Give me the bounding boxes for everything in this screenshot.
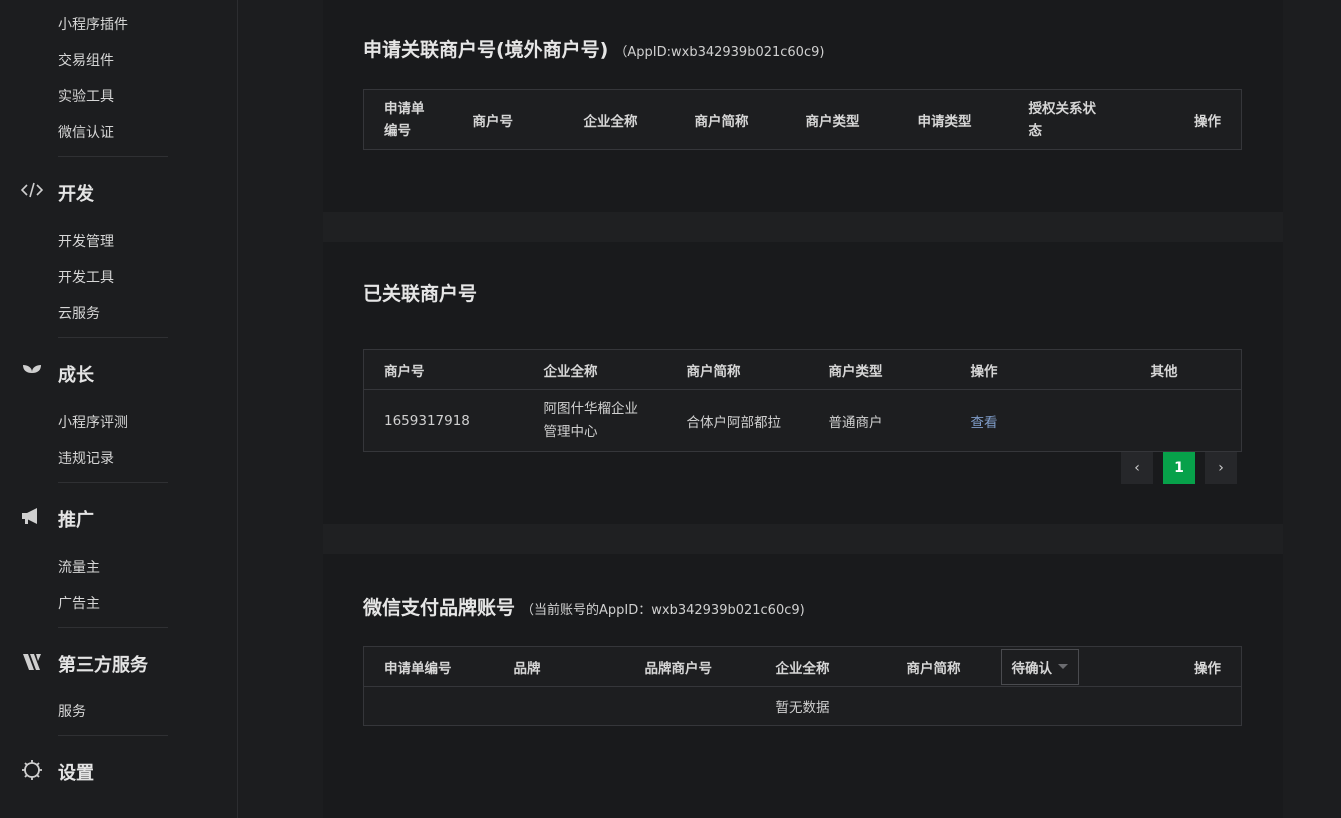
- column-header: 企业全称: [563, 89, 675, 150]
- card-separator: [323, 212, 1283, 242]
- brand-account-card: 微信支付品牌账号 （当前账号的AppID：wxb342939b021c60c9) …: [323, 554, 1283, 818]
- sidebar-item-dev-tools[interactable]: 开发工具: [58, 267, 114, 287]
- section-title: 已关联商户号: [363, 283, 478, 305]
- overseas-merchant-table: 申请单 编号 商户号 企业全称 商户简称 商户类型 申请类型 授权关系状 态 操…: [363, 89, 1242, 150]
- overseas-merchant-card: 申请关联商户号(境外商户号) （AppID:wxb342939b021c60c9)…: [323, 0, 1283, 212]
- company-name-cell: 阿图什华榴企业 管理中心: [523, 389, 667, 452]
- sidebar-item-dev-manage[interactable]: 开发管理: [58, 231, 114, 251]
- column-header: 申请单 编号: [363, 89, 453, 150]
- sidebar-divider: [58, 156, 168, 157]
- column-header: 商户简称: [666, 349, 809, 390]
- sprout-icon: [20, 360, 44, 384]
- sidebar-item-advertiser[interactable]: 广告主: [58, 593, 100, 613]
- sidebar-divider: [58, 735, 168, 736]
- brand-account-table: 申请单编号 品牌 品牌商户号 企业全称 商户简称 待确认 操作 暂无数据: [363, 646, 1242, 726]
- column-header: 操作: [950, 349, 1151, 390]
- sidebar-category-settings[interactable]: 设置: [58, 759, 94, 785]
- main-content: 申请关联商户号(境外商户号) （AppID:wxb342939b021c60c9)…: [239, 0, 1341, 818]
- section-title-text: 微信支付品牌账号: [363, 597, 516, 619]
- column-header: 企业全称: [523, 349, 667, 390]
- column-header: 商户简称: [674, 89, 786, 150]
- status-filter-dropdown[interactable]: 待确认: [1000, 648, 1079, 685]
- empty-placeholder: 暂无数据: [363, 686, 1242, 726]
- sidebar-item-trade-components[interactable]: 交易组件: [58, 50, 114, 70]
- sidebar-divider: [58, 337, 168, 338]
- prev-page-button[interactable]: ‹: [1121, 452, 1153, 484]
- column-header: 品牌商户号: [624, 646, 756, 687]
- sidebar-category-growth[interactable]: 成长: [58, 361, 94, 387]
- megaphone-icon: [20, 504, 44, 528]
- column-header: 申请单编号: [363, 646, 494, 687]
- other-cell: [1150, 389, 1242, 452]
- sidebar-item-review[interactable]: 小程序评测: [58, 412, 128, 432]
- section-title: 申请关联商户号(境外商户号) （AppID:wxb342939b021c60c9): [363, 35, 824, 62]
- column-header: 申请类型: [897, 89, 1009, 150]
- sidebar-category-third-party[interactable]: 第三方服务: [58, 651, 148, 677]
- column-header: 商户简称: [886, 646, 1001, 687]
- status-filter-header: 待确认: [1000, 646, 1121, 687]
- sidebar-item-lab-tools[interactable]: 实验工具: [58, 86, 114, 106]
- linked-merchant-table: 商户号 企业全称 商户简称 商户类型 操作 其他 1659317918 阿图什华…: [363, 349, 1242, 452]
- sidebar-item-cloud-service[interactable]: 云服务: [58, 303, 100, 323]
- sidebar-category-promo[interactable]: 推广: [58, 506, 94, 532]
- section-title-text: 申请关联商户号(境外商户号): [363, 39, 609, 61]
- view-link[interactable]: 查看: [971, 415, 998, 431]
- column-header: 品牌: [493, 646, 625, 687]
- sidebar-divider: [58, 627, 168, 628]
- next-page-button[interactable]: ›: [1205, 452, 1237, 484]
- sidebar-item-plugins[interactable]: 小程序插件: [58, 14, 128, 34]
- sidebar-category-dev[interactable]: 开发: [58, 180, 94, 206]
- chevron-down-icon: [1058, 664, 1068, 669]
- code-icon: [20, 178, 44, 202]
- sidebar-item-wechat-verify[interactable]: 微信认证: [58, 122, 114, 142]
- card-separator: [323, 524, 1283, 554]
- short-name-cell: 合体户阿部都拉: [666, 389, 809, 452]
- sidebar-item-violations[interactable]: 违规记录: [58, 448, 114, 468]
- sidebar: 小程序插件 交易组件 实验工具 微信认证 开发 开发管理 开发工具 云服务 成长…: [0, 0, 238, 818]
- linked-merchant-card: 已关联商户号 商户号 企业全称 商户简称 商户类型 操作 其他 16593179…: [323, 242, 1283, 524]
- page-button-current[interactable]: 1: [1163, 452, 1195, 484]
- column-header: 其他: [1150, 349, 1242, 390]
- table-row: 1659317918 阿图什华榴企业 管理中心 合体户阿部都拉 普通商户 查看: [363, 389, 1242, 452]
- section-subtitle: （当前账号的AppID：wxb342939b021c60c9): [521, 603, 805, 618]
- column-header: 授权关系状 态: [1008, 89, 1139, 150]
- column-header: 商户号: [452, 89, 564, 150]
- sidebar-item-services[interactable]: 服务: [58, 701, 86, 721]
- third-party-icon: [20, 650, 44, 674]
- column-header: 操作: [1120, 646, 1242, 687]
- section-subtitle: （AppID:wxb342939b021c60c9): [614, 45, 825, 60]
- column-header: 操作: [1138, 89, 1242, 150]
- pagination: ‹ 1 ›: [1121, 452, 1237, 484]
- column-header: 商户类型: [785, 89, 898, 150]
- gear-icon: [20, 758, 44, 782]
- sidebar-item-traffic-owner[interactable]: 流量主: [58, 557, 100, 577]
- sidebar-divider: [58, 482, 168, 483]
- merchant-id-cell: 1659317918: [363, 389, 524, 452]
- status-filter-label: 待确认: [1011, 660, 1053, 677]
- column-header: 商户类型: [808, 349, 951, 390]
- merchant-type-cell: 普通商户: [808, 389, 951, 452]
- column-header: 商户号: [363, 349, 524, 390]
- section-title: 微信支付品牌账号 （当前账号的AppID：wxb342939b021c60c9): [363, 593, 805, 620]
- column-header: 企业全称: [755, 646, 887, 687]
